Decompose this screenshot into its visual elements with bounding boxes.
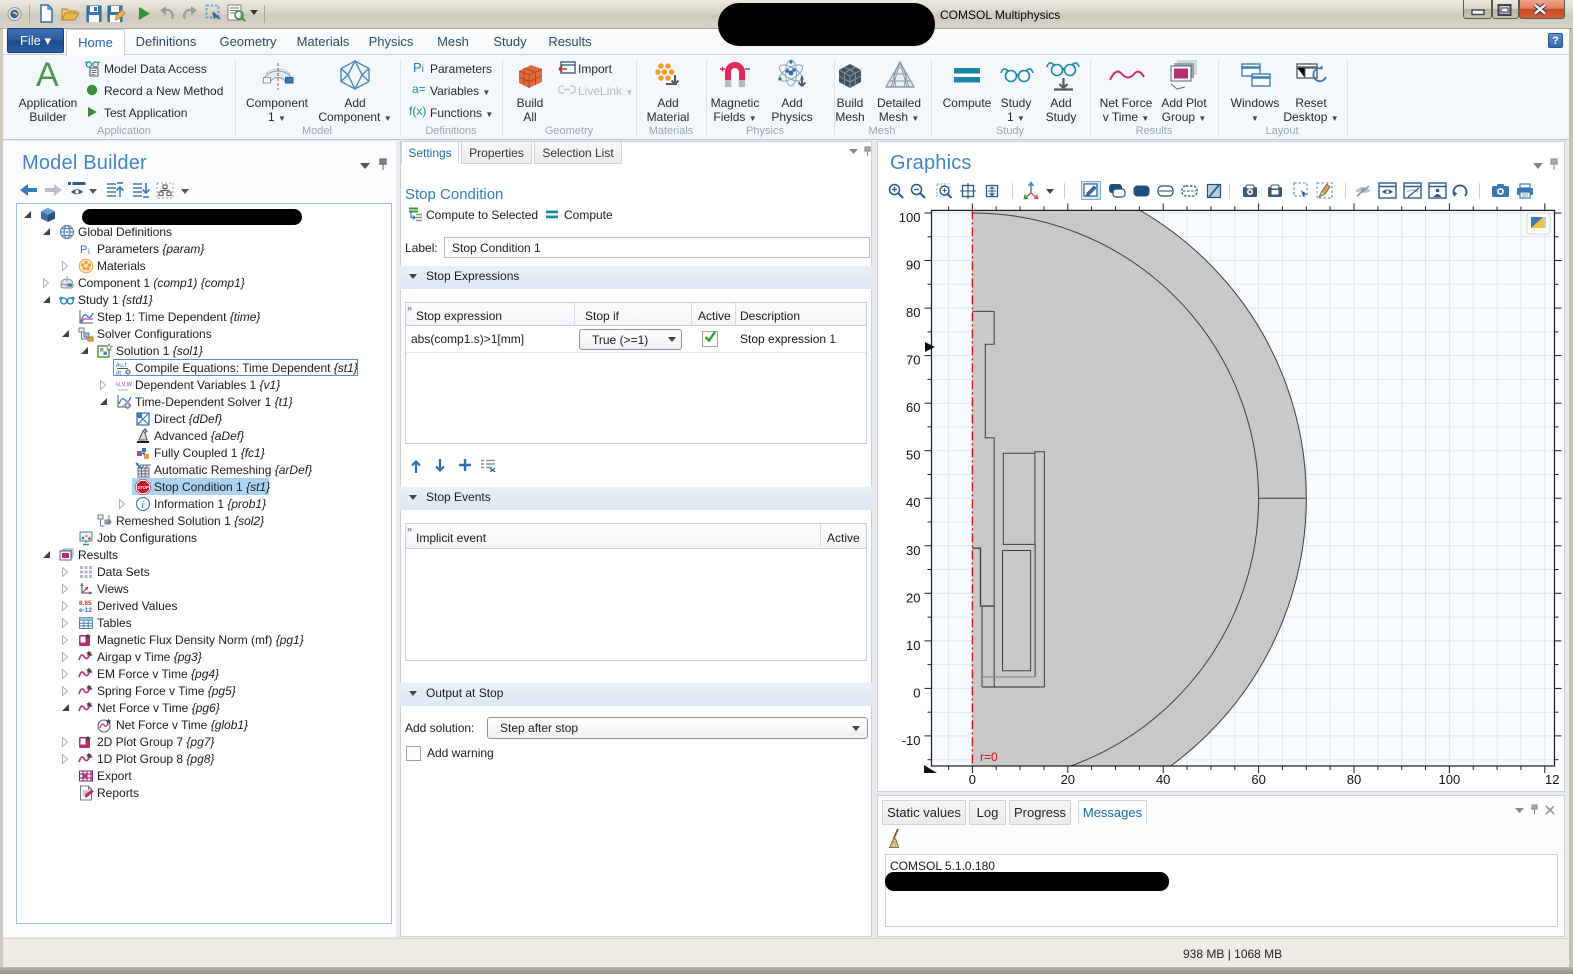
svg-text:12: 12 <box>1545 772 1559 787</box>
svg-text:50: 50 <box>906 448 920 463</box>
svg-text:100: 100 <box>899 210 921 225</box>
svg-text:90: 90 <box>906 258 920 273</box>
svg-text:40: 40 <box>1156 772 1170 787</box>
svg-text:20: 20 <box>906 590 920 605</box>
svg-text:60: 60 <box>906 400 920 415</box>
svg-text:0: 0 <box>969 772 976 787</box>
svg-text:0: 0 <box>913 685 920 700</box>
svg-text:30: 30 <box>906 543 920 558</box>
svg-text:r=0: r=0 <box>980 750 998 764</box>
svg-text:20: 20 <box>1061 772 1075 787</box>
svg-text:-10: -10 <box>902 733 921 748</box>
svg-text:10: 10 <box>906 638 920 653</box>
svg-text:100: 100 <box>1439 772 1461 787</box>
svg-text:80: 80 <box>906 305 920 320</box>
svg-text:60: 60 <box>1251 772 1265 787</box>
svg-text:80: 80 <box>1347 772 1361 787</box>
svg-text:40: 40 <box>906 495 920 510</box>
svg-text:70: 70 <box>906 353 920 368</box>
